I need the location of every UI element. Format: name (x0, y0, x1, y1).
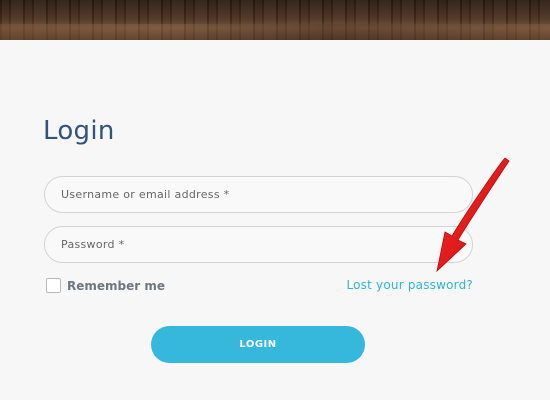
lost-password-link[interactable]: Lost your password? (346, 278, 473, 292)
password-field[interactable] (44, 226, 473, 263)
login-page: Login Remember me Lost your password? LO… (0, 0, 550, 400)
username-input[interactable] (45, 177, 472, 212)
username-field[interactable] (44, 176, 473, 213)
page-title: Login (43, 116, 115, 146)
password-input[interactable] (45, 227, 472, 262)
remember-me-checkbox[interactable] (46, 278, 61, 293)
login-button[interactable]: LOGIN (151, 326, 365, 363)
header-wood-image (0, 0, 550, 40)
remember-me-label: Remember me (67, 278, 165, 293)
remember-me[interactable]: Remember me (46, 278, 165, 293)
